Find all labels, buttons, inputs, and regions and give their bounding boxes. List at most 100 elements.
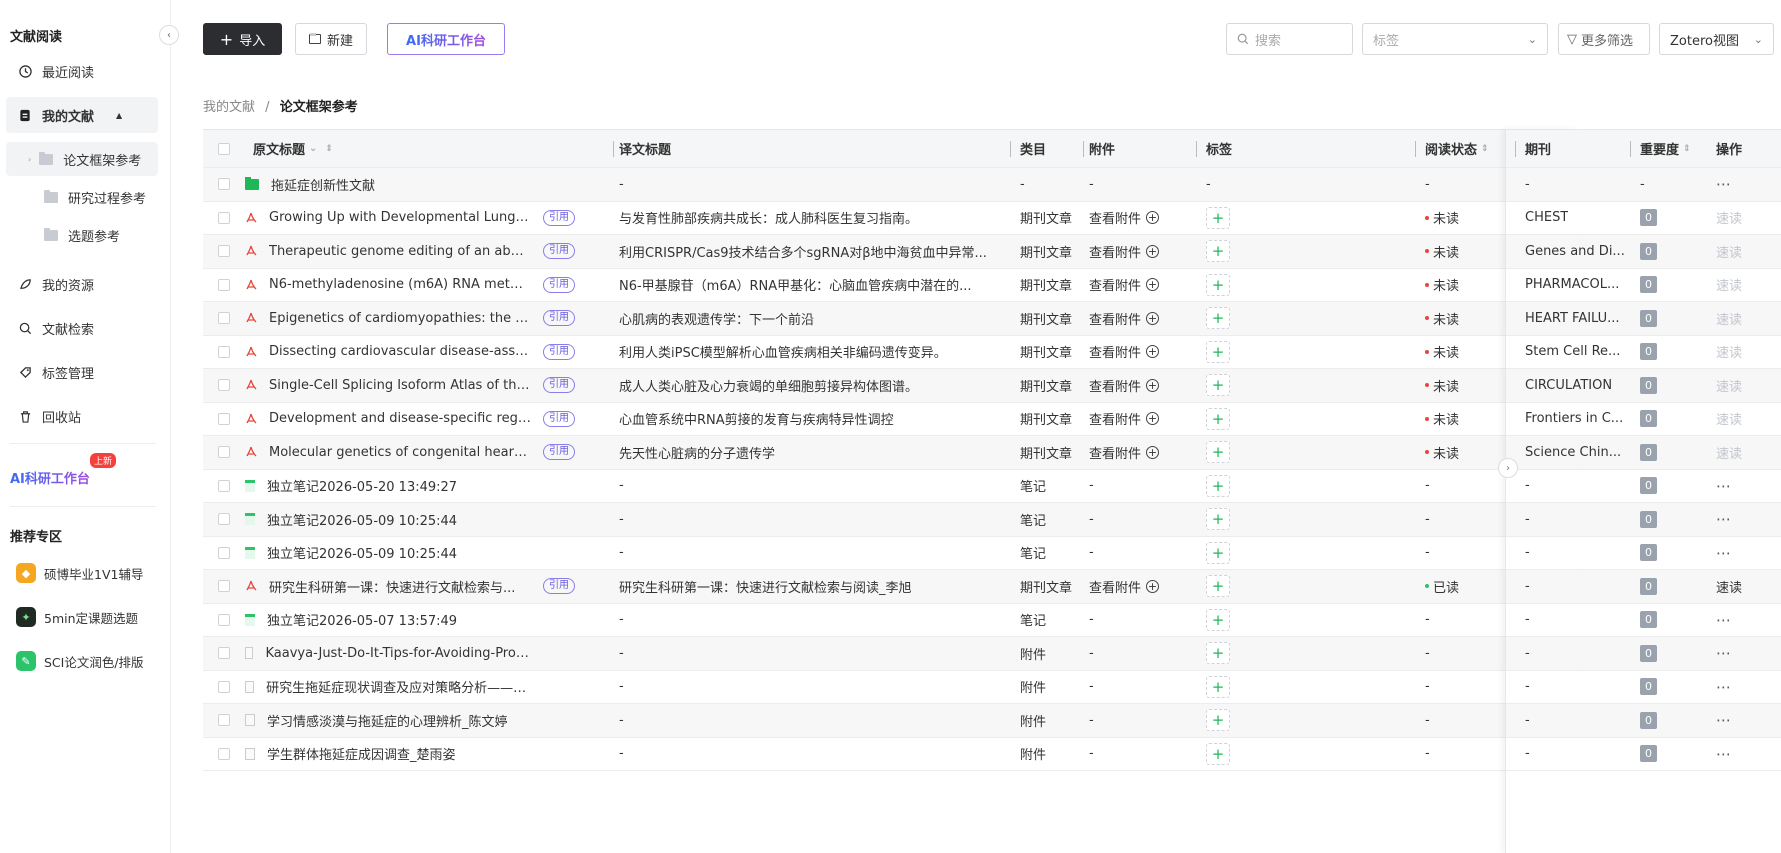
row-title[interactable]: 独立笔记2026-05-07 13:57:49 [267,610,457,629]
add-attachment-icon[interactable]: + [1146,579,1160,593]
zotero-view-select[interactable]: Zotero视图 ⌄ [1659,23,1774,55]
importance-badge[interactable]: 0 [1640,711,1657,729]
row-checkbox[interactable] [218,470,230,503]
row-checkbox[interactable] [218,604,230,637]
view-attachment-link[interactable]: 查看附件 [1089,577,1141,596]
title-cell[interactable]: 独立笔记2026-05-09 10:25:44 [245,503,531,536]
more-actions-button[interactable]: ⋯ [1716,510,1732,528]
importance-badge[interactable]: 0 [1640,678,1657,696]
add-attachment-icon[interactable]: + [1146,244,1160,258]
title-cell[interactable]: 学生群体拖延症成因调查_楚雨姿 [245,738,531,771]
cite-button[interactable]: 引用 [543,343,575,360]
row-checkbox[interactable] [218,537,230,570]
sort-icon[interactable]: ⇕ [1481,144,1489,154]
add-tag-button[interactable]: + [1206,508,1230,531]
select-all-checkbox[interactable] [218,130,230,167]
importance-badge[interactable]: 0 [1640,410,1657,428]
row-title[interactable]: 独立笔记2026-05-20 13:49:27 [267,476,457,495]
importance-badge[interactable]: 0 [1640,376,1657,394]
more-actions-button[interactable]: ⋯ [1716,644,1732,662]
importance-badge[interactable]: 0 [1640,209,1657,227]
row-checkbox[interactable] [218,570,230,603]
more-actions-button[interactable]: ⋯ [1716,711,1732,729]
view-attachment-link[interactable]: 查看附件 [1089,275,1141,294]
add-attachment-icon[interactable]: + [1146,345,1160,359]
title-cell[interactable]: Growing Up with Developmental Lung Dis..… [245,202,531,235]
promo-graduation-coaching[interactable]: ◆ 硕博毕业1V1辅导 [16,558,143,588]
row-title[interactable]: Development and disease-specific regulat… [269,411,531,426]
importance-badge[interactable]: 0 [1640,242,1657,260]
caret-up-icon[interactable]: ▲ [116,111,122,120]
more-actions-button[interactable]: ⋯ [1716,477,1732,495]
quick-read-button[interactable]: 速读 [1716,342,1742,361]
title-cell[interactable]: Epigenetics of cardiomyopathies: the nex… [245,302,531,335]
row-title[interactable]: Growing Up with Developmental Lung Dis..… [269,210,531,225]
cite-button[interactable]: 引用 [543,243,575,260]
promo-topic-selection[interactable]: ✦ 5min定课题选题 [16,602,138,632]
row-checkbox[interactable] [218,403,230,436]
quick-read-button[interactable]: 速读 [1716,275,1742,294]
row-title[interactable]: Single-Cell Splicing Isoform Atlas of th… [269,378,531,393]
row-checkbox[interactable] [218,436,230,469]
title-cell[interactable]: 研究生拖延症现状调查及应对策略分析——以长春... [245,671,531,704]
add-attachment-icon[interactable]: + [1146,445,1160,459]
row-title[interactable]: 研究生拖延症现状调查及应对策略分析——以长春... [266,677,531,696]
row-title[interactable]: 拖延症创新性文献 [271,175,375,194]
importance-badge[interactable]: 0 [1640,644,1657,662]
quick-read-button[interactable]: 速读 [1716,443,1742,462]
importance-badge[interactable]: 0 [1640,477,1657,495]
cite-button[interactable]: 引用 [543,578,575,595]
sidebar-item-resources[interactable]: 我的资源 [6,266,158,302]
title-cell[interactable]: 研究生科研第一课：快速进行文献检索与... [245,570,531,603]
more-actions-button[interactable]: ⋯ [1716,678,1732,696]
title-cell[interactable]: Molecular genetics of congenital heart d… [245,436,531,469]
importance-badge[interactable]: 0 [1640,745,1657,763]
more-actions-button[interactable]: ⋯ [1716,611,1732,629]
tag-select[interactable]: 标签 ⌄ [1362,23,1548,55]
sidebar-item-recent[interactable]: 最近阅读 [6,53,158,89]
add-tag-button[interactable]: + [1206,474,1230,497]
row-title[interactable]: Kaavya-Just-Do-It-Tips-for-Avoiding-Proc… [265,646,531,661]
sort-icon[interactable]: ⇕ [1683,144,1691,154]
view-attachment-link[interactable]: 查看附件 [1089,309,1141,328]
row-checkbox[interactable] [218,336,230,369]
sidebar-item-tags[interactable]: 标签管理 [6,354,158,390]
add-tag-button[interactable]: + [1206,608,1230,631]
search-input[interactable]: 搜索 [1226,23,1353,55]
row-checkbox[interactable] [218,202,230,235]
importance-badge[interactable]: 0 [1640,276,1657,294]
view-attachment-link[interactable]: 查看附件 [1089,208,1141,227]
row-title[interactable]: 独立笔记2026-05-09 10:25:44 [267,543,457,562]
row-title[interactable]: 学生群体拖延症成因调查_楚雨姿 [267,744,456,763]
title-cell[interactable]: 独立笔记2026-05-07 13:57:49 [245,604,531,637]
more-actions-button[interactable]: ⋯ [1716,544,1732,562]
view-attachment-link[interactable]: 查看附件 [1089,409,1141,428]
add-tag-button[interactable]: + [1206,307,1230,330]
title-cell[interactable]: 拖延症创新性文献 [245,168,531,201]
cite-button[interactable]: 引用 [543,310,575,327]
add-tag-button[interactable]: + [1206,407,1230,430]
cite-button[interactable]: 引用 [543,377,575,394]
title-cell[interactable]: Therapeutic genome editing of an aberran… [245,235,531,268]
row-checkbox[interactable] [218,235,230,268]
add-tag-button[interactable]: + [1206,441,1230,464]
quick-read-button[interactable]: 速读 [1716,208,1742,227]
add-attachment-icon[interactable]: + [1146,412,1160,426]
row-title[interactable]: Dissecting cardiovascular disease-associ… [269,344,531,359]
row-checkbox[interactable] [218,704,230,737]
row-checkbox[interactable] [218,269,230,302]
breadcrumb-root[interactable]: 我的文献 [203,100,255,115]
quick-read-button[interactable]: 速读 [1716,309,1742,328]
more-actions-button[interactable]: ⋯ [1716,745,1732,763]
chevron-right-icon[interactable]: › [28,155,31,164]
add-attachment-icon[interactable]: + [1146,278,1160,292]
title-cell[interactable]: Single-Cell Splicing Isoform Atlas of th… [245,369,531,402]
import-button[interactable]: + 导入 [203,23,282,55]
add-tag-button[interactable]: + [1206,340,1230,363]
title-cell[interactable]: Development and disease-specific regulat… [245,403,531,436]
title-cell[interactable]: Dissecting cardiovascular disease-associ… [245,336,531,369]
sidebar-folder-process[interactable]: 研究过程参考 [6,180,158,214]
cite-button[interactable]: 引用 [543,209,575,226]
add-tag-button[interactable]: + [1206,709,1230,732]
quick-read-button[interactable]: 速读 [1716,577,1742,596]
